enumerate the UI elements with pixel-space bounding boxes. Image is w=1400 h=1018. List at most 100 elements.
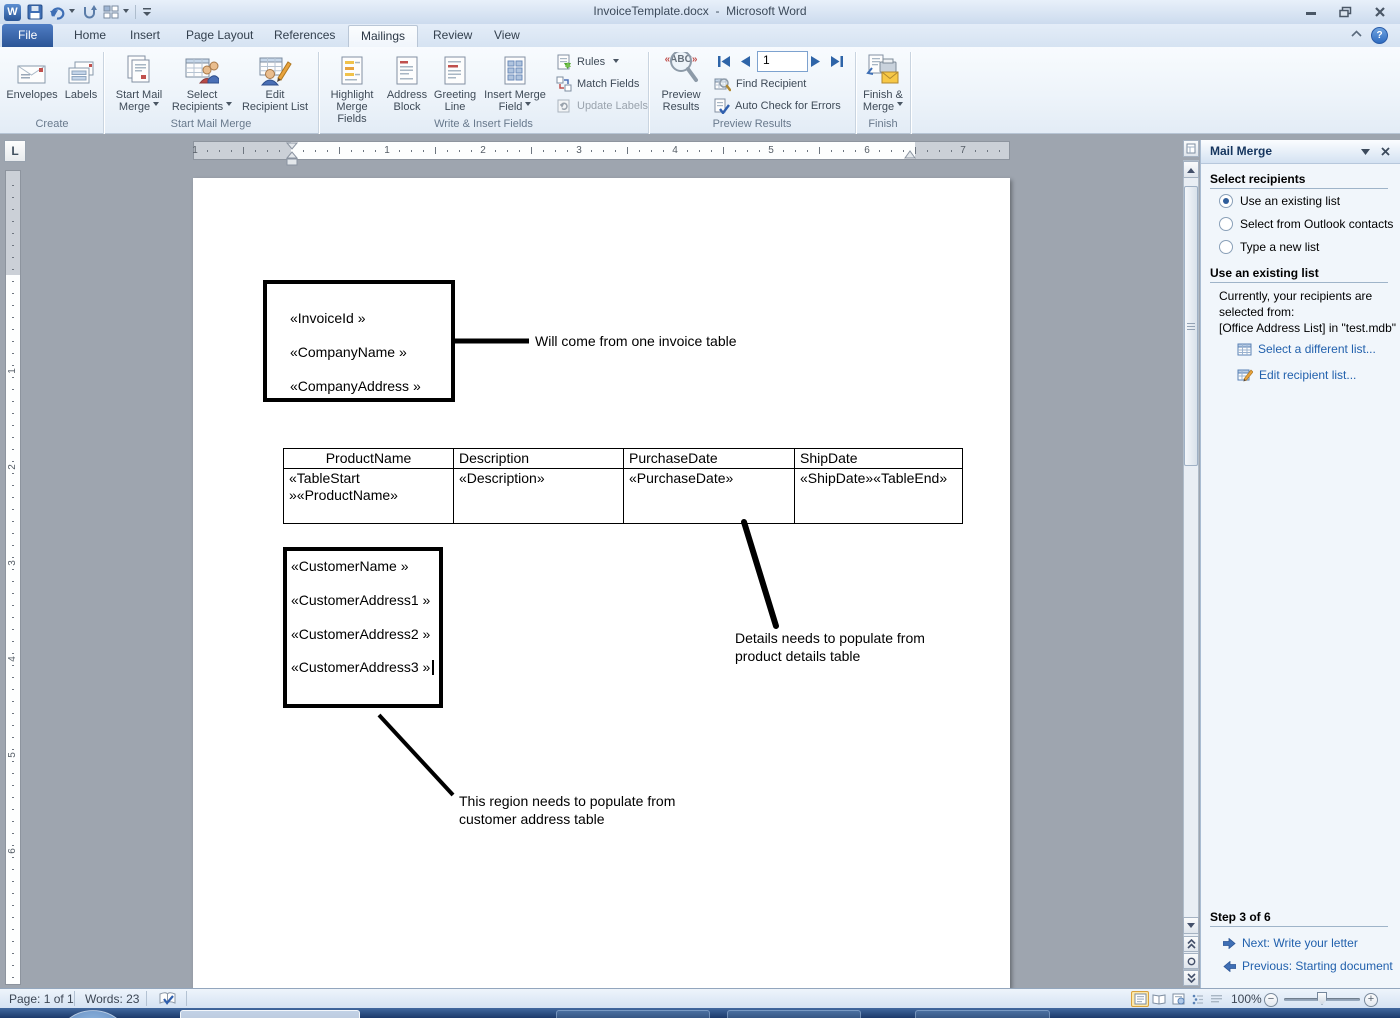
close-icon[interactable] xyxy=(1374,6,1386,18)
labels-button[interactable]: Labels xyxy=(60,50,102,116)
tab-references[interactable]: References xyxy=(262,25,347,46)
finish-and-merge-button[interactable]: Finish & Merge xyxy=(858,50,908,116)
tab-stop-selector[interactable]: L xyxy=(4,140,26,162)
edit-recipient-list-button[interactable]: Edit Recipient List xyxy=(234,50,316,116)
status-separator xyxy=(146,991,147,1006)
restore-icon[interactable] xyxy=(1339,6,1352,18)
web-layout-view-button[interactable] xyxy=(1169,991,1187,1007)
ruler-tick xyxy=(495,150,496,152)
highlight-merge-fields-button[interactable]: Highlight Merge Fields xyxy=(322,50,382,125)
next-record-button[interactable] xyxy=(807,52,825,70)
ruler-tick xyxy=(999,150,1000,152)
pane-options-icon[interactable] xyxy=(1361,149,1370,155)
wizard-next-link[interactable]: Next: Write your letter xyxy=(1223,936,1358,950)
dropdown-arrow-icon xyxy=(153,102,160,109)
ruler-number: 4 xyxy=(672,145,678,156)
zoom-level-status[interactable]: 100% xyxy=(1231,992,1262,1006)
spellcheck-status-icon[interactable] xyxy=(158,991,177,1006)
tab-file[interactable]: File xyxy=(2,24,54,47)
ruler-tick xyxy=(567,150,568,152)
taskbar-app-button[interactable] xyxy=(556,1010,710,1018)
ruler-tick xyxy=(12,821,14,822)
merge-field: «CustomerName » xyxy=(291,558,409,574)
group-label-preview-results: Preview Results xyxy=(712,118,792,130)
divider xyxy=(1210,188,1388,189)
thumb-grip xyxy=(1187,326,1195,327)
ruler-tick xyxy=(12,425,14,426)
document-workspace: L 11234567 123456 «InvoiceId » «CompanyN… xyxy=(0,134,1400,988)
preview-results-button[interactable]: «ABC» PreviewResults xyxy=(652,50,710,116)
address-block-button[interactable]: Address Block xyxy=(382,50,432,116)
auto-check-for-errors-button[interactable]: Auto Check for Errors xyxy=(714,97,841,115)
taskbar-app-button[interactable] xyxy=(915,1010,1050,1018)
ruler-tick xyxy=(12,917,14,918)
last-record-button[interactable] xyxy=(828,52,846,70)
taskbar-app-button[interactable] xyxy=(727,1010,861,1018)
full-screen-reading-view-button[interactable] xyxy=(1150,991,1168,1007)
right-indent-marker-icon[interactable] xyxy=(904,150,916,160)
edit-list-icon xyxy=(1237,369,1253,382)
start-button[interactable] xyxy=(55,1010,131,1018)
help-icon[interactable]: ? xyxy=(1371,27,1388,44)
wizard-previous-link[interactable]: Previous: Starting document xyxy=(1223,959,1393,973)
zoom-in-button[interactable]: + xyxy=(1364,993,1378,1007)
match-fields-button[interactable]: Match Fields xyxy=(556,75,639,93)
tab-mailings[interactable]: Mailings xyxy=(348,25,419,47)
next-page-button[interactable] xyxy=(1183,970,1199,986)
scrollbar-thumb[interactable] xyxy=(1184,186,1198,466)
document-page[interactable]: «InvoiceId » «CompanyName » «CompanyAddr… xyxy=(193,178,1010,988)
vertical-ruler[interactable]: 1 2 3 4 5 6 xyxy=(5,170,21,985)
word-count-status[interactable]: Words: 23 xyxy=(85,992,139,1006)
radio-type-new-list[interactable]: Type a new list xyxy=(1219,240,1319,254)
select-browse-object-button[interactable] xyxy=(1183,953,1199,969)
tab-home[interactable]: Home xyxy=(62,25,118,46)
collapse-ribbon-icon[interactable] xyxy=(1351,30,1362,38)
first-record-button[interactable] xyxy=(714,52,732,70)
ruler-tick xyxy=(639,150,640,152)
ruler-number: 4 xyxy=(7,656,18,662)
greeting-line-button[interactable]: Greeting Line xyxy=(432,50,478,116)
tab-page-layout[interactable]: Page Layout xyxy=(174,25,265,46)
window-controls xyxy=(1305,6,1386,18)
insert-merge-field-button[interactable]: Insert Merge Field xyxy=(480,50,550,116)
ruler-tick xyxy=(12,401,14,402)
radio-use-existing-list[interactable]: Use an existing list xyxy=(1219,194,1340,208)
scroll-up-icon[interactable] xyxy=(1183,161,1199,178)
draft-view-button[interactable] xyxy=(1207,991,1225,1007)
select-different-list-link[interactable]: Select a different list... xyxy=(1237,342,1376,356)
previous-arrow-icon xyxy=(1223,960,1236,972)
ruler-tick xyxy=(12,797,14,798)
ruler-tick xyxy=(12,197,14,198)
previous-record-button[interactable] xyxy=(736,52,754,70)
start-mail-merge-button[interactable]: Start Mail Merge xyxy=(108,50,170,116)
rules-button[interactable]: Rules xyxy=(556,53,620,71)
previous-page-button[interactable] xyxy=(1183,936,1199,952)
zoom-out-button[interactable]: − xyxy=(1264,993,1278,1007)
product-merge-table[interactable]: ProductName Description PurchaseDate Shi… xyxy=(283,448,963,524)
toggle-ruler-button[interactable] xyxy=(1183,140,1199,157)
select-recipients-button[interactable]: Select Recipients xyxy=(170,50,234,116)
ruler-tick xyxy=(12,869,14,870)
tab-review[interactable]: Review xyxy=(421,25,484,46)
indent-markers-icon[interactable] xyxy=(285,142,299,168)
use-existing-list-heading: Use an existing list xyxy=(1210,266,1319,280)
print-layout-view-button[interactable] xyxy=(1131,991,1149,1007)
record-number-input[interactable]: 1 xyxy=(757,51,808,72)
tab-view[interactable]: View xyxy=(482,25,532,46)
taskbar-app-button[interactable] xyxy=(180,1010,360,1018)
outline-view-button[interactable] xyxy=(1188,991,1206,1007)
horizontal-ruler[interactable]: 1 1 2 3 4 5 6 7 xyxy=(192,141,1010,166)
pane-close-icon[interactable] xyxy=(1381,147,1390,156)
radio-select-from-outlook[interactable]: Select from Outlook contacts xyxy=(1219,217,1393,231)
edit-recipient-list-link[interactable]: Edit recipient list... xyxy=(1237,368,1356,382)
ruler-number: 3 xyxy=(7,560,18,566)
minimize-icon[interactable] xyxy=(1305,6,1317,18)
table-row: «TableStart »«ProductName» «Description»… xyxy=(283,468,963,524)
scroll-down-icon[interactable] xyxy=(1183,917,1199,934)
envelopes-button[interactable]: Envelopes xyxy=(4,50,60,116)
find-recipient-button[interactable]: Find Recipient xyxy=(714,75,806,93)
tab-insert[interactable]: Insert xyxy=(118,25,172,46)
wizard-step-heading: Step 3 of 6 xyxy=(1210,910,1271,924)
page-count-status[interactable]: Page: 1 of 1 xyxy=(9,992,74,1006)
zoom-slider-thumb[interactable] xyxy=(1317,992,1327,1005)
